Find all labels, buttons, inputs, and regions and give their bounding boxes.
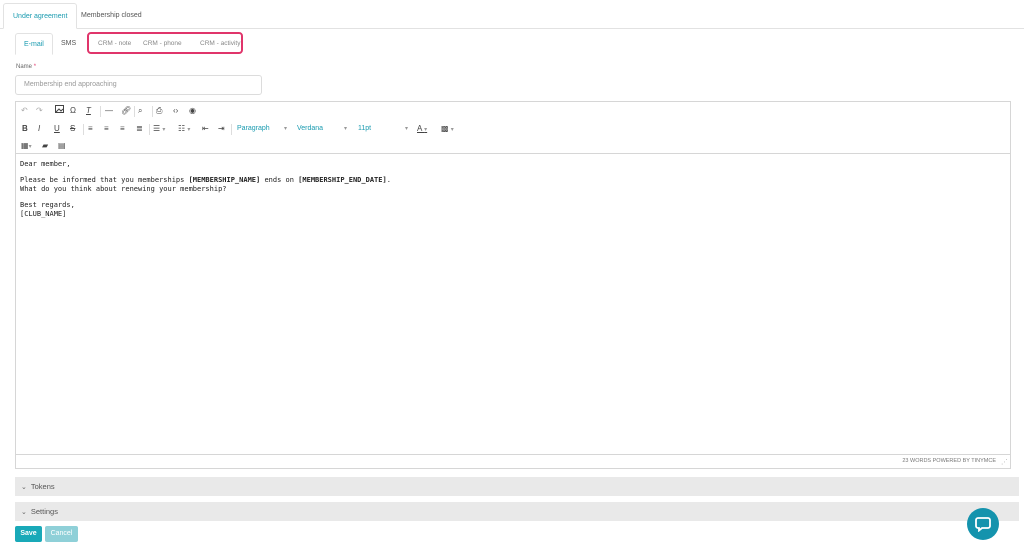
tab-email[interactable]: E-mail [15, 33, 53, 55]
body-text: Please be informed that you memberships [20, 176, 189, 184]
chevron-down-icon[interactable]: ▾ [405, 123, 408, 135]
settings-accordion[interactable]: ⌄ Settings [15, 502, 1019, 521]
club-name-token: [CLUB_NAME] [20, 210, 67, 218]
bullet-list-icon[interactable]: ☰ ▾ [153, 123, 165, 135]
toolbar-divider [152, 106, 153, 117]
chevron-down-icon: ⌄ [21, 484, 27, 491]
editor-toolbar: ↶ ↷ Ω T — 🔗︎ ⌕ ⎙ ‹› ◉ B I U S ≡ ≡ ≡ ≣ ☰ … [16, 102, 1010, 154]
name-label: Name * [16, 64, 36, 70]
toolbar-divider [83, 124, 84, 135]
save-button[interactable]: Save [15, 526, 42, 542]
closing-paragraph: Best regards, [CLUB_NAME] [20, 201, 1000, 219]
text-color-icon[interactable]: A ▾ [417, 123, 427, 135]
horizontal-rule-icon[interactable]: — [105, 105, 113, 117]
image-icon[interactable] [54, 105, 64, 117]
cancel-button[interactable]: Cancel [45, 526, 78, 542]
underline-icon[interactable]: U [54, 123, 60, 135]
toolbar-divider [100, 106, 101, 117]
body-paragraph: Please be informed that you memberships … [20, 176, 1000, 194]
size-select[interactable]: 11pt [358, 123, 371, 135]
code-icon[interactable]: ‹› [173, 105, 178, 117]
format-select-value: Paragraph [237, 125, 270, 132]
chat-widget-button[interactable] [967, 508, 999, 540]
chat-icon [975, 517, 991, 532]
numbered-list-icon[interactable]: ☷ ▾ [178, 123, 190, 135]
top-tab-bar: Under agreement Membership closed [0, 3, 1024, 29]
find-icon[interactable]: ⌕ [138, 105, 142, 117]
required-mark: * [33, 64, 37, 70]
font-select[interactable]: Verdana [297, 123, 323, 135]
toolbar-divider [231, 124, 232, 135]
bold-icon[interactable]: B [22, 123, 28, 135]
strikethrough-icon[interactable]: S [70, 123, 75, 135]
format-select[interactable]: Paragraph [237, 123, 270, 135]
editor-content[interactable]: Dear member, Please be informed that you… [20, 160, 1000, 226]
toolbar-divider [149, 124, 150, 135]
name-input[interactable]: Membership end approaching [15, 75, 262, 95]
template-icon[interactable]: ▰ [42, 140, 48, 152]
body-text: ends on [260, 176, 299, 184]
tokens-label: Tokens [30, 482, 55, 491]
membership-name-token: [MEMBERSHIP_NAME] [188, 176, 261, 184]
membership-end-date-token: [MEMBERSHIP_END_DATE] [298, 176, 387, 184]
page-break-icon[interactable]: ▤ [58, 140, 66, 152]
print-icon[interactable]: ⎙ [156, 105, 162, 117]
chevron-down-icon[interactable]: ▾ [284, 123, 287, 135]
align-justify-icon[interactable]: ≣ [136, 123, 143, 135]
toolbar-divider [134, 106, 135, 117]
background-color-icon[interactable]: ▩ ▾ [441, 123, 454, 135]
closing-line: Best regards, [20, 201, 75, 209]
italic-icon[interactable]: I [38, 123, 40, 135]
tokens-accordion[interactable]: ⌄ Tokens [15, 477, 1019, 496]
align-center-icon[interactable]: ≡ [104, 123, 109, 135]
resize-handle-icon[interactable]: ⋰ [1001, 458, 1008, 466]
body-text: What do you think about renewing your me… [20, 185, 227, 193]
undo-icon[interactable]: ↶ [21, 105, 28, 117]
align-left-icon[interactable]: ≡ [88, 123, 93, 135]
tab-sms[interactable]: SMS [53, 33, 84, 55]
font-select-value: Verdana [297, 125, 324, 132]
outdent-icon[interactable]: ⇤ [202, 123, 209, 135]
link-icon[interactable]: 🔗︎ [121, 105, 131, 117]
align-right-icon[interactable]: ≡ [120, 123, 125, 135]
clear-format-icon[interactable]: T [86, 105, 91, 117]
crm-tabs-highlight [87, 32, 243, 54]
special-char-icon[interactable]: Ω [70, 105, 76, 117]
greeting-line: Dear member, [20, 160, 71, 168]
tab-under-agreement[interactable]: Under agreement [3, 3, 78, 29]
chevron-down-icon[interactable]: ▾ [344, 123, 347, 135]
rich-text-editor: ↶ ↷ Ω T — 🔗︎ ⌕ ⎙ ‹› ◉ B I U S ≡ ≡ ≡ ≣ ☰ … [15, 101, 1011, 469]
body-text: . [386, 176, 391, 184]
preview-icon[interactable]: ◉ [189, 105, 196, 117]
redo-icon[interactable]: ↷ [36, 105, 43, 117]
editor-statusbar: 23 WORDS POWERED BY TINYMCE [16, 454, 1010, 468]
settings-label: Settings [30, 507, 58, 516]
indent-icon[interactable]: ⇥ [218, 123, 225, 135]
name-label-text: Name [16, 64, 33, 70]
tab-membership-closed[interactable]: Membership closed [72, 3, 151, 29]
table-icon[interactable]: ▦▾ [21, 140, 32, 152]
size-select-value: 11pt [358, 125, 372, 132]
chevron-down-icon: ⌄ [21, 509, 27, 516]
